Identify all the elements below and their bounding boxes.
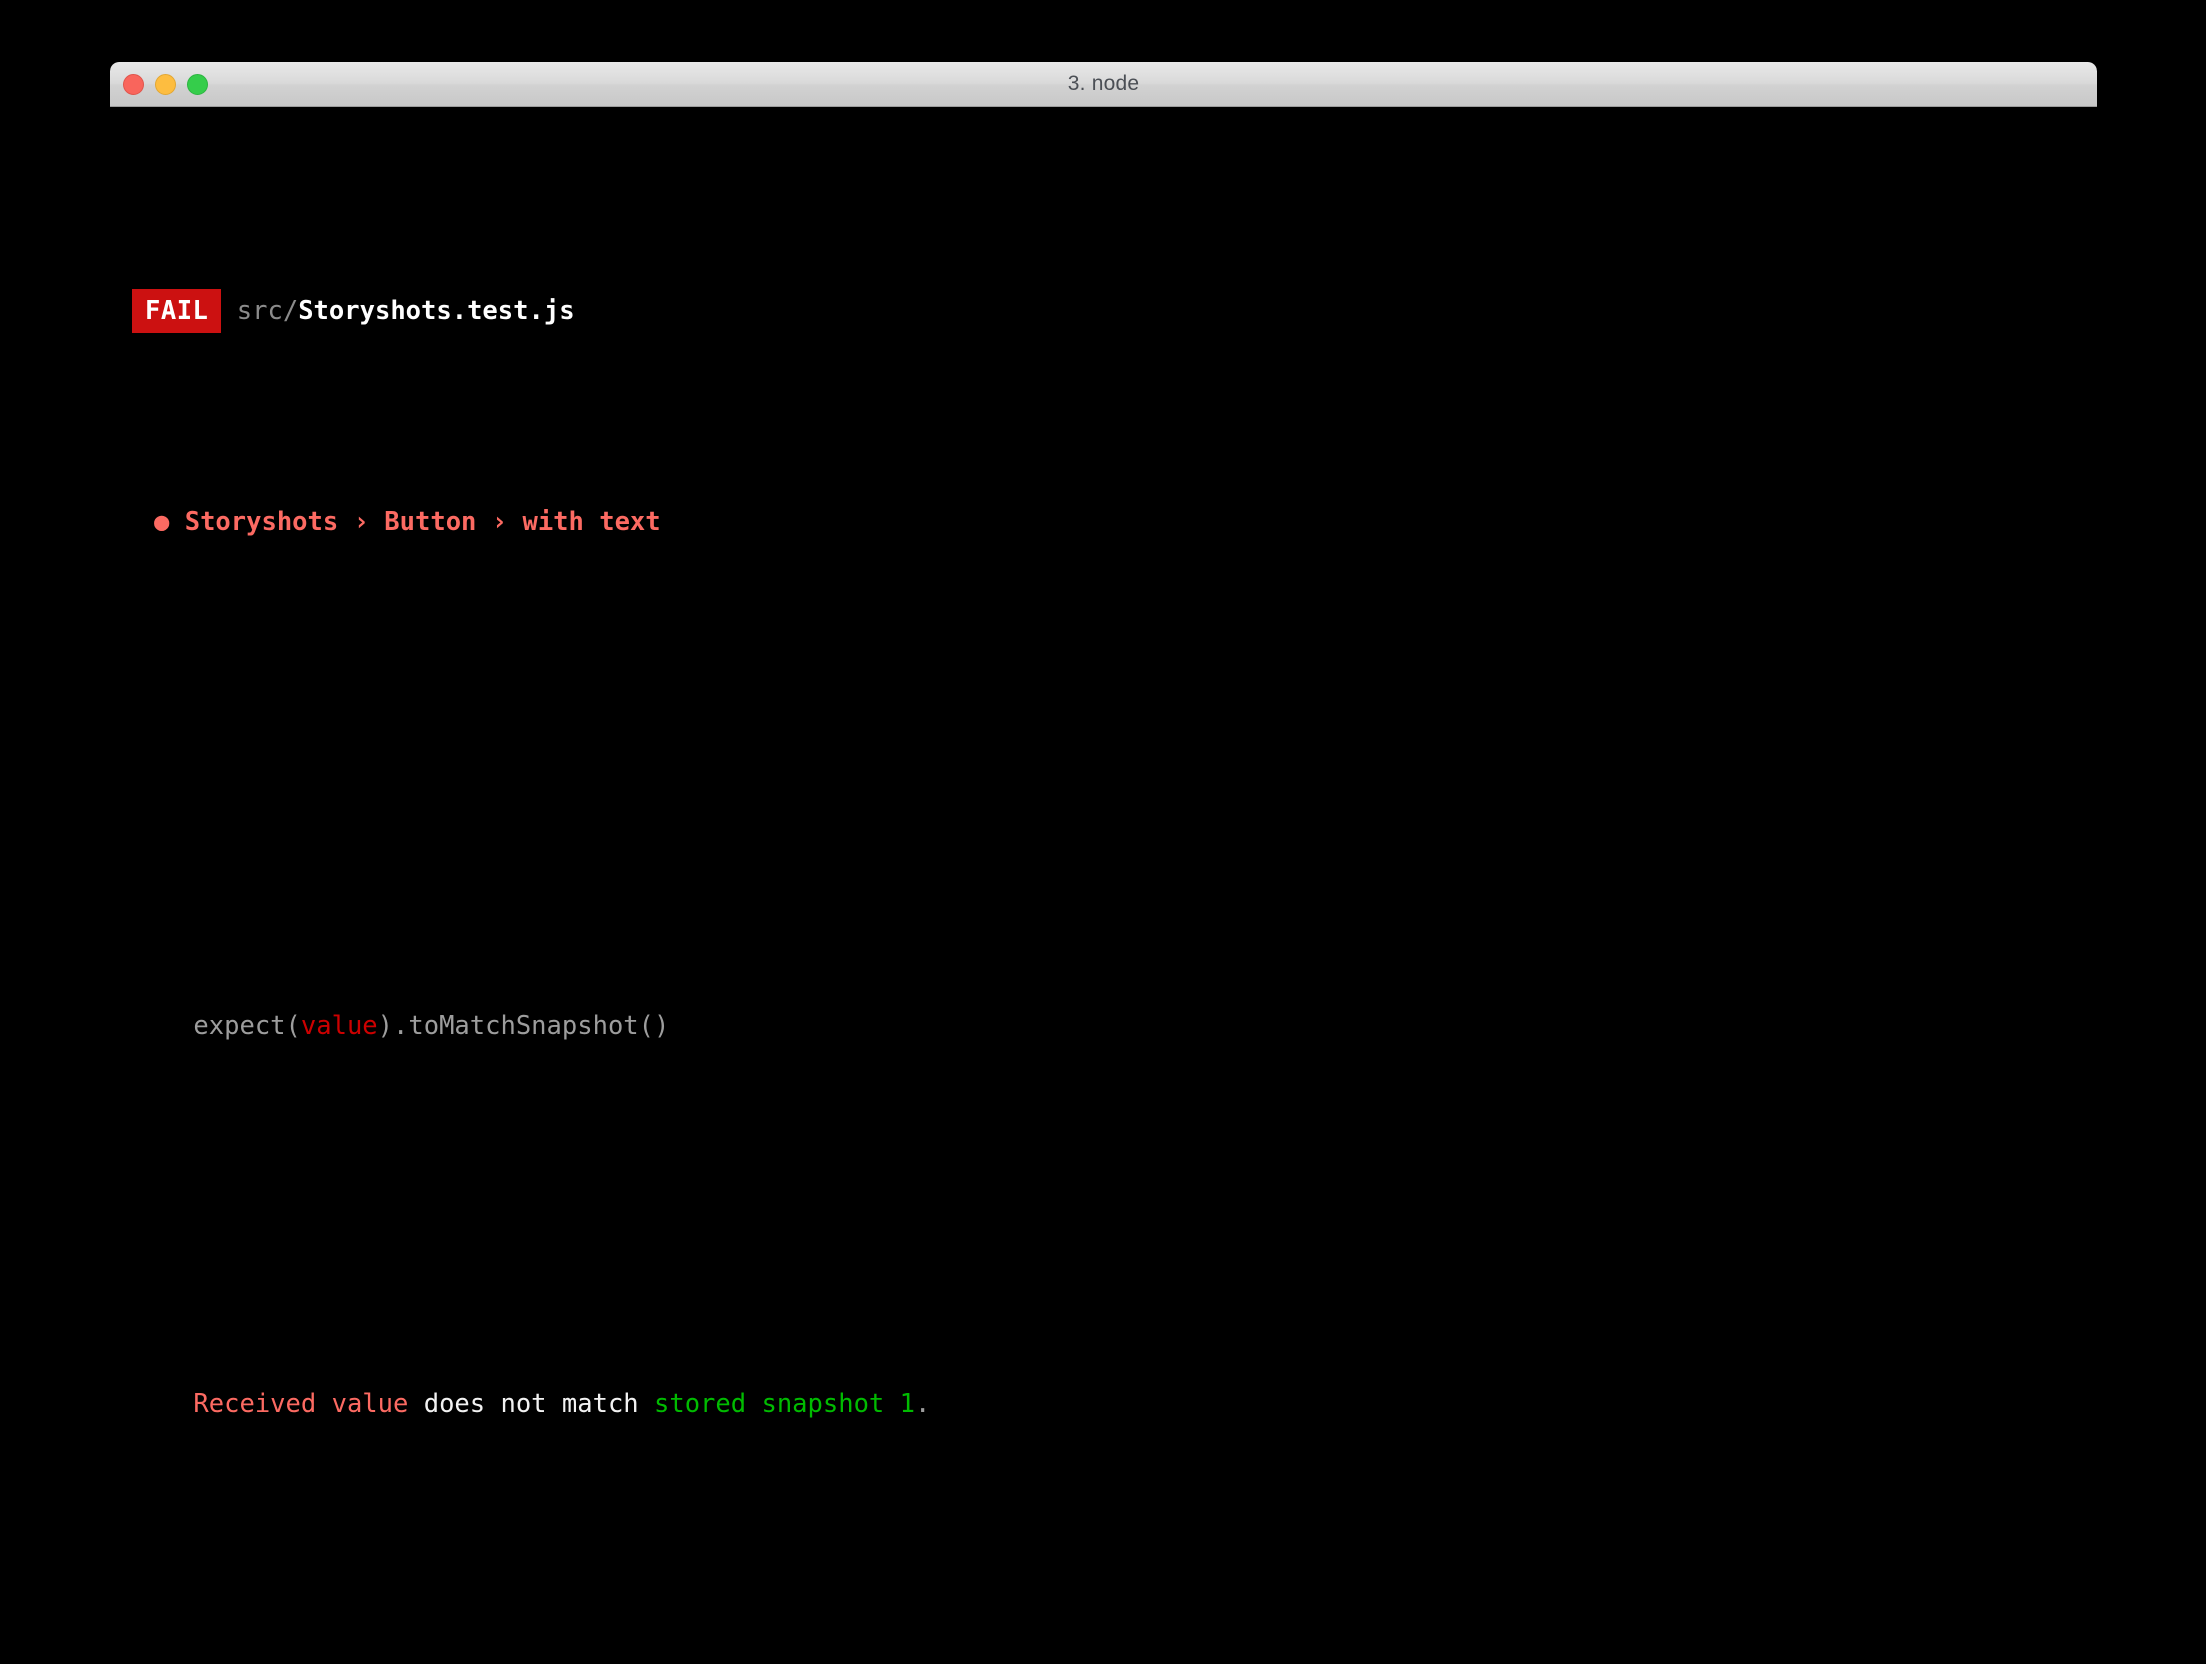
failing-test-path: Storyshots › Button › with text — [184, 507, 661, 537]
matcher-line: expect(value).toMatchSnapshot() — [110, 1005, 2097, 1047]
window-title: 3. node — [1067, 72, 1140, 95]
fail-file-dir: src/ — [236, 296, 299, 326]
fail-badge: FAIL — [132, 289, 222, 333]
matcher-prefix: expect( — [193, 1011, 301, 1041]
mismatch-received-label: Received value — [193, 1389, 409, 1419]
mismatch-period: . — [915, 1389, 931, 1419]
fail-file-name: Storyshots.test.js — [298, 296, 575, 326]
failing-test-bullet-icon: ● — [154, 507, 170, 537]
matcher-value: value — [300, 1011, 378, 1041]
window-titlebar[interactable]: 3. node — [110, 62, 2097, 107]
terminal-window: 3. node FAIL src/Storyshots.test.js ● St… — [110, 62, 2097, 1602]
terminal-output[interactable]: FAIL src/Storyshots.test.js ● Storyshots… — [110, 107, 2097, 1602]
matcher-suffix: ).toMatchSnapshot() — [377, 1011, 670, 1041]
failing-test-path-row: ● Storyshots › Button › with text — [110, 501, 2097, 543]
mismatch-message: Received value does not match stored sna… — [110, 1383, 2097, 1425]
mismatch-stored-label: stored snapshot 1 — [654, 1389, 915, 1419]
fail-suite-header: FAIL src/Storyshots.test.js — [110, 289, 2097, 333]
mismatch-middle: does not match — [408, 1389, 654, 1419]
